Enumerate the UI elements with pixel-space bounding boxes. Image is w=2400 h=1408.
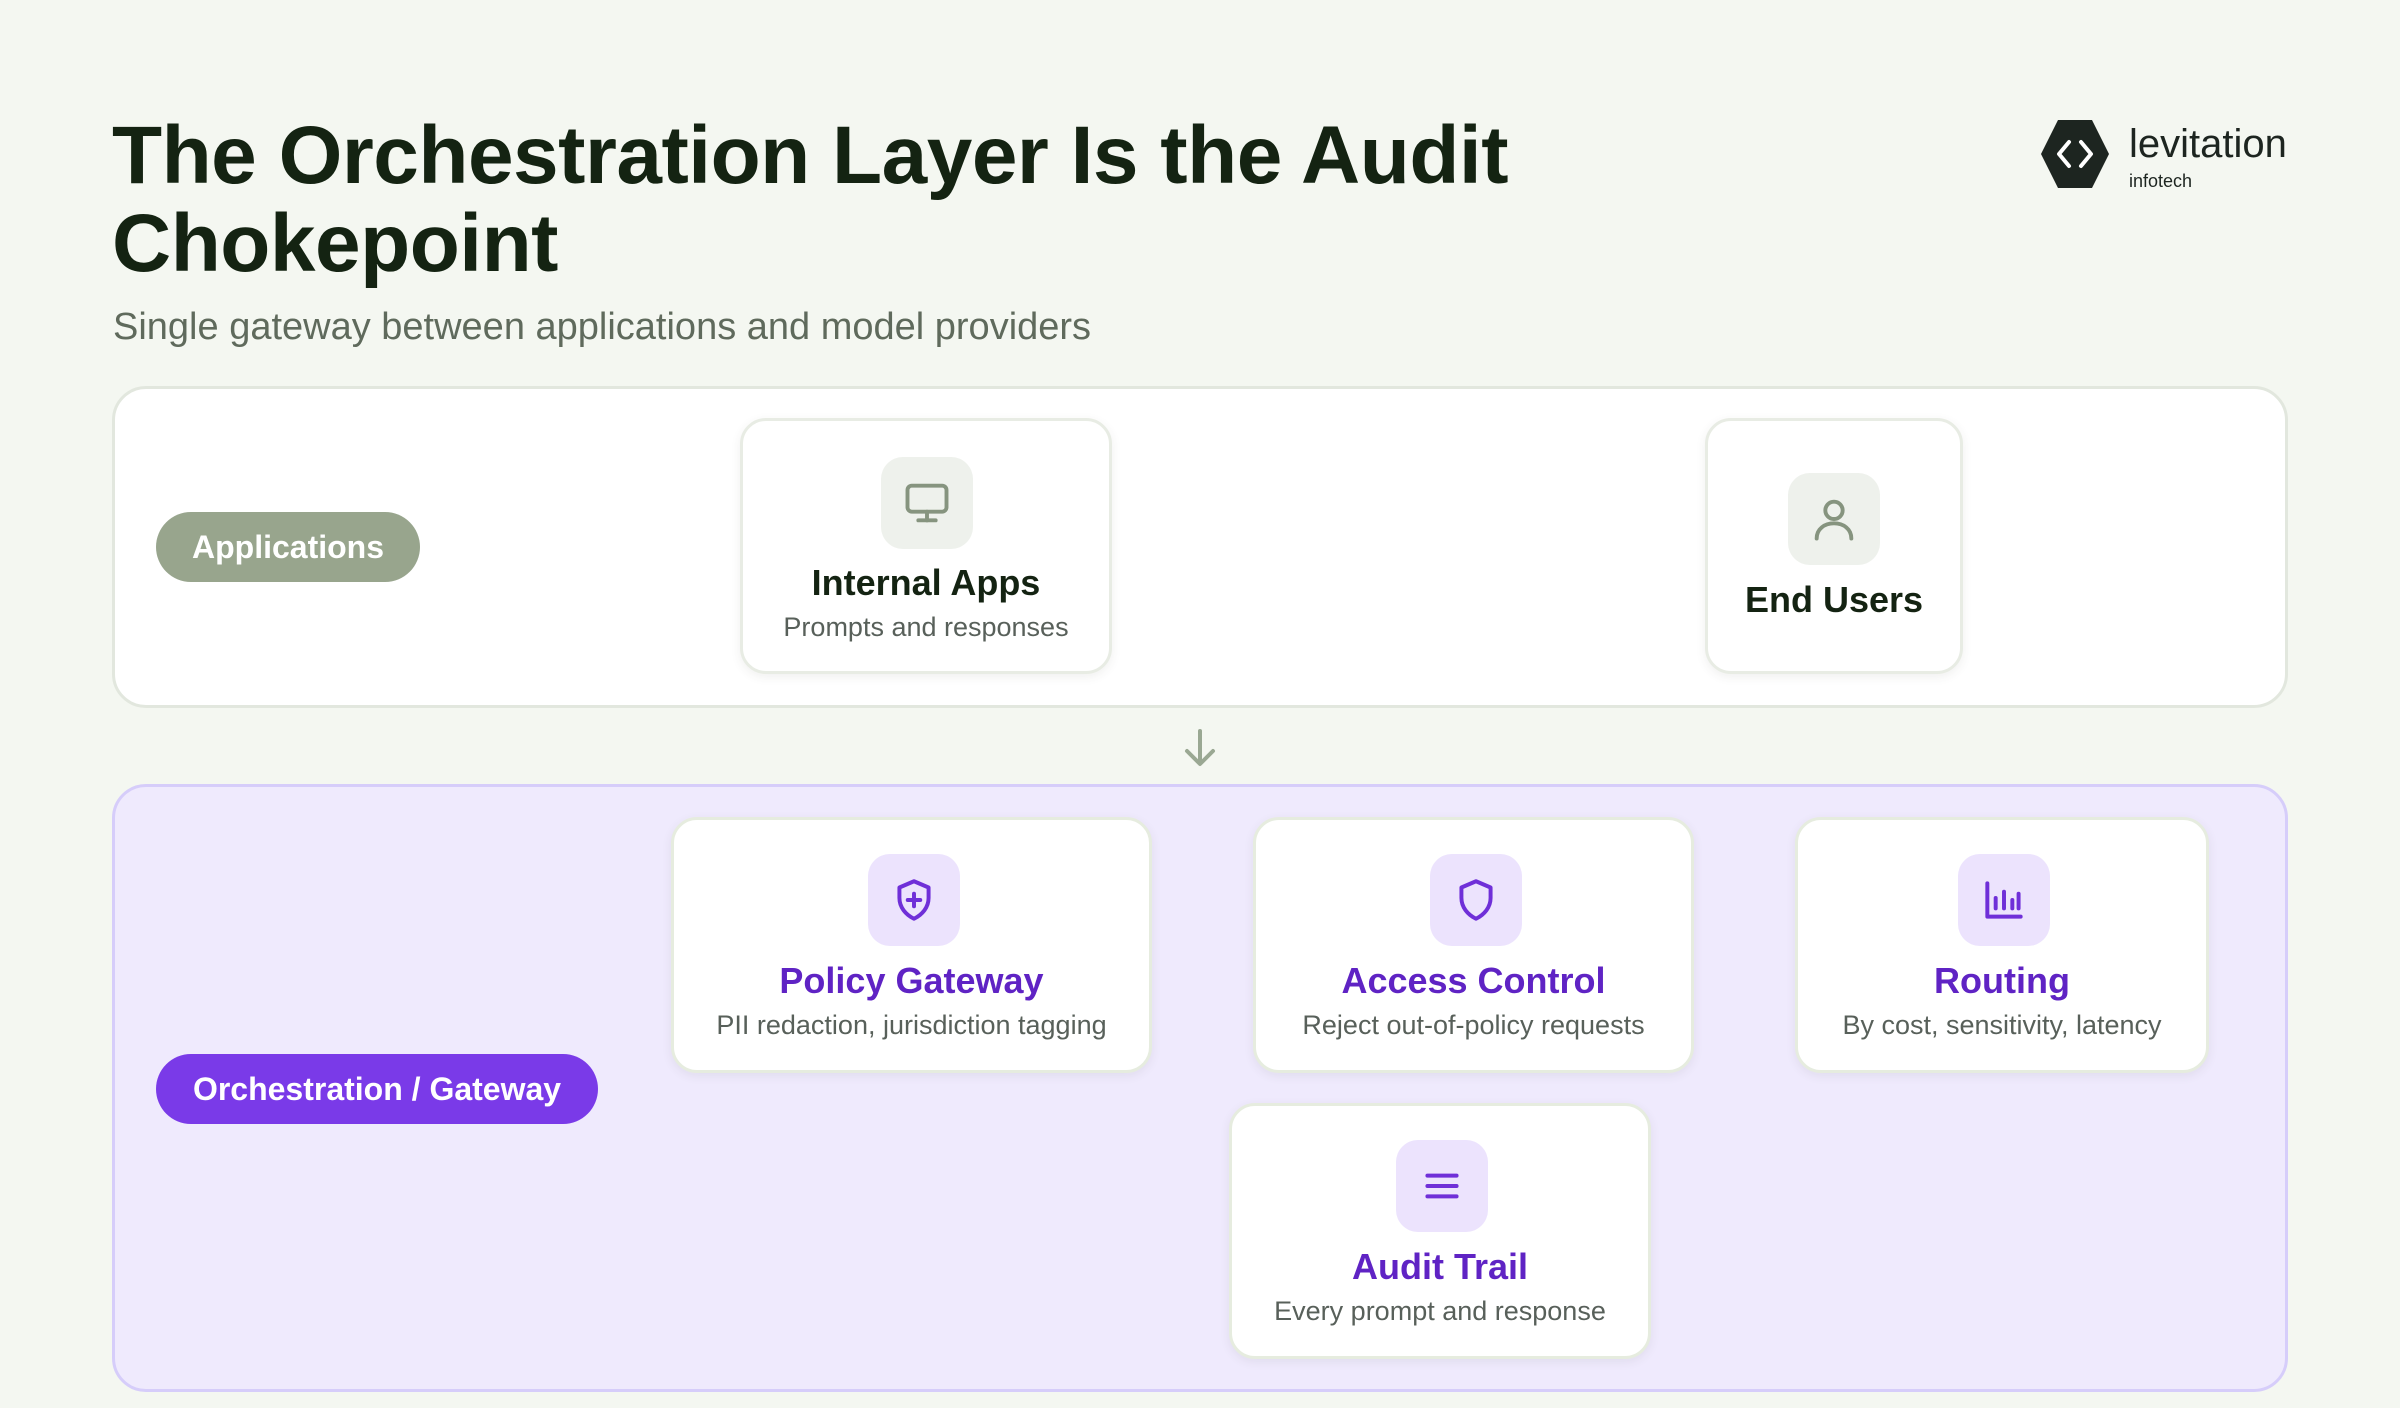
bar-chart-icon <box>1958 854 2050 946</box>
page-subtitle: Single gateway between applications and … <box>113 306 1092 348</box>
card-description: Every prompt and response <box>1274 1296 1606 1326</box>
card-title: Policy Gateway <box>779 960 1044 1001</box>
card-title: Audit Trail <box>1351 1246 1528 1287</box>
card-description: PII redaction, jurisdiction tagging <box>716 1010 1107 1040</box>
card-title: Routing <box>1934 960 2070 1001</box>
card-description: Reject out-of-policy requests <box>1302 1010 1645 1040</box>
brand-logo: levitation infotech <box>2040 118 2300 198</box>
brand-name: levitation <box>2129 122 2287 166</box>
card-description: Prompts and responses <box>783 612 1069 642</box>
user-icon <box>1788 473 1880 565</box>
card-access-control[interactable]: Access Control Reject out-of-policy requ… <box>1253 817 1694 1073</box>
page-title: The Orchestration Layer Is the Audit Cho… <box>112 110 1509 289</box>
hexagon-code-icon <box>2041 120 2109 188</box>
card-description: By cost, sensitivity, latency <box>1842 1010 2162 1040</box>
shield-icon <box>1430 854 1522 946</box>
card-routing[interactable]: Routing By cost, sensitivity, latency <box>1795 817 2209 1073</box>
menu-lines-icon <box>1396 1140 1488 1232</box>
card-end-users[interactable]: End Users <box>1705 418 1963 674</box>
applications-label: Applications <box>156 512 420 582</box>
arrow-down-icon <box>1185 729 1215 766</box>
brand-tagline: infotech <box>2129 171 2193 191</box>
card-audit-trail[interactable]: Audit Trail Every prompt and response <box>1229 1103 1651 1359</box>
card-title: Internal Apps <box>811 562 1041 603</box>
card-title: End Users <box>1744 579 1924 620</box>
orchestration-label: Orchestration / Gateway <box>156 1054 598 1124</box>
monitor-icon <box>881 457 973 549</box>
card-internal-apps[interactable]: Internal Apps Prompts and responses <box>740 418 1112 674</box>
card-title: Access Control <box>1341 960 1606 1001</box>
card-policy-gateway[interactable]: Policy Gateway PII redaction, jurisdicti… <box>671 817 1152 1073</box>
shield-plus-icon <box>868 854 960 946</box>
